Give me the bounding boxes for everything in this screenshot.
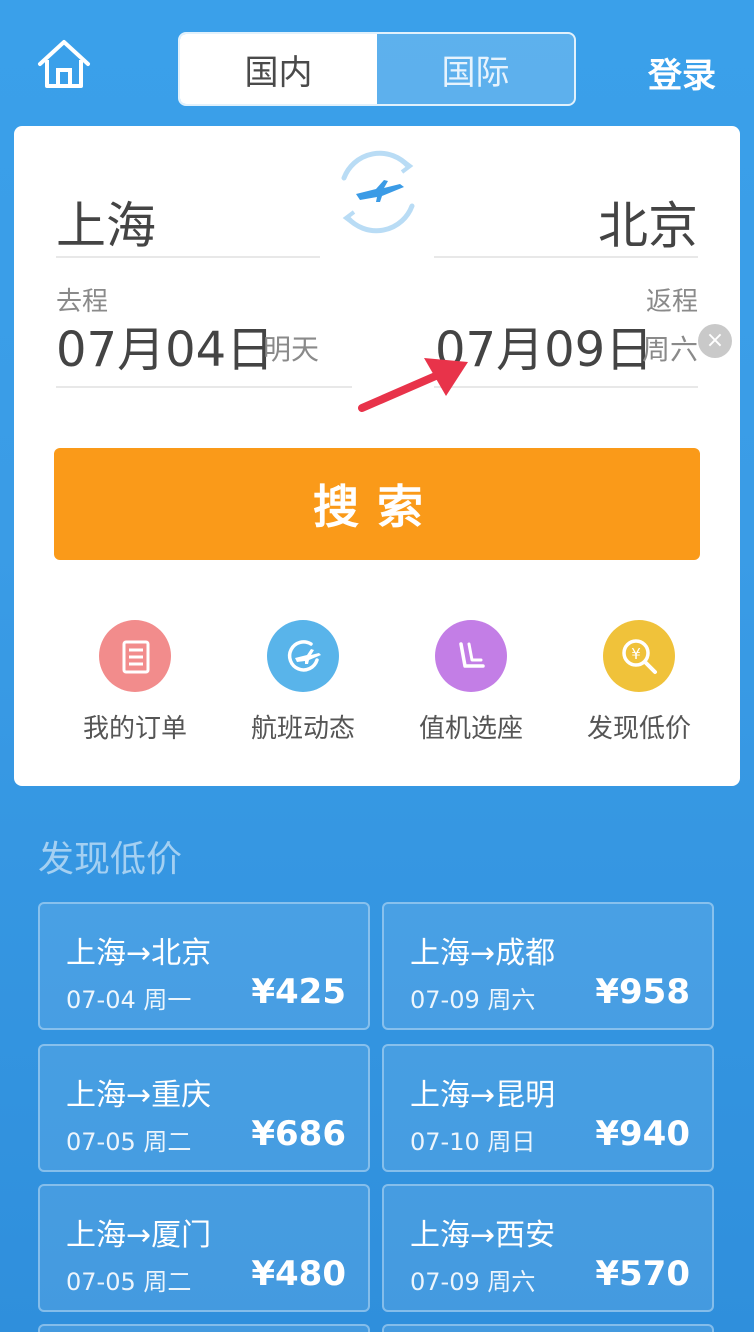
deal-route: 上海→北京 (66, 936, 212, 971)
shortcut-flight-status[interactable]: 航班动态 (228, 620, 378, 745)
login-link[interactable]: 登录 (648, 48, 716, 97)
deal-card[interactable] (382, 1324, 714, 1332)
annotation-arrow-icon (354, 350, 484, 420)
deal-route: 上海→昆明 (410, 1078, 556, 1113)
deal-price: ¥940 (595, 1114, 690, 1154)
deal-price: ¥686 (251, 1114, 346, 1154)
flight-search-card: 上海 北京 去程 返程 07月04日 明天 07月09日 周六 × 搜索 我的订… (14, 126, 740, 786)
deal-card[interactable] (38, 1324, 370, 1332)
return-weekday: 周六 (642, 333, 699, 366)
shortcut-low-price[interactable]: ¥ 发现低价 (564, 620, 714, 745)
depart-weekday: 明天 (263, 333, 320, 366)
tab-domestic[interactable]: 国内 (180, 34, 377, 104)
deal-card[interactable]: 上海→成都 07-09 周六 ¥958 (382, 902, 714, 1030)
deal-route: 上海→厦门 (66, 1218, 212, 1253)
low-price-icon: ¥ (603, 620, 675, 692)
divider (434, 256, 698, 258)
deal-route: 上海→重庆 (66, 1078, 212, 1113)
depart-date[interactable]: 07月04日 (56, 310, 274, 380)
deal-price: ¥480 (251, 1254, 346, 1294)
divider (56, 256, 320, 258)
deal-card[interactable]: 上海→西安 07-09 周六 ¥570 (382, 1184, 714, 1312)
deal-date: 07-09 周六 (410, 1268, 536, 1296)
svg-text:¥: ¥ (631, 645, 641, 663)
arrival-city[interactable]: 北京 (598, 186, 698, 258)
deal-date: 07-09 周六 (410, 986, 536, 1014)
swap-cities-icon[interactable] (330, 144, 426, 240)
divider (56, 386, 352, 388)
shortcut-label: 值机选座 (418, 714, 523, 744)
tab-international[interactable]: 国际 (377, 34, 574, 104)
home-icon[interactable] (36, 38, 92, 90)
flight-status-icon (267, 620, 339, 692)
deal-price: ¥425 (251, 972, 346, 1012)
top-bar: 国内 国际 登录 (0, 0, 754, 120)
shortcut-label: 航班动态 (250, 714, 355, 744)
return-label: 返程 (645, 287, 698, 317)
deal-price: ¥570 (595, 1254, 690, 1294)
deal-date: 07-10 周日 (410, 1128, 536, 1156)
departure-city[interactable]: 上海 (56, 186, 156, 258)
shortcut-seat-select[interactable]: 值机选座 (396, 620, 546, 745)
deal-date: 07-05 周二 (66, 1268, 192, 1296)
deal-route: 上海→成都 (410, 936, 556, 971)
deal-card[interactable]: 上海→厦门 07-05 周二 ¥480 (38, 1184, 370, 1312)
deal-price: ¥958 (595, 972, 690, 1012)
search-button[interactable]: 搜索 (54, 448, 700, 560)
deal-card[interactable]: 上海→昆明 07-10 周日 ¥940 (382, 1044, 714, 1172)
seat-select-icon (435, 620, 507, 692)
clear-return-date-icon[interactable]: × (698, 324, 732, 358)
domestic-international-toggle: 国内 国际 (178, 32, 576, 106)
deal-route: 上海→西安 (410, 1218, 556, 1253)
deal-card[interactable]: 上海→重庆 07-05 周二 ¥686 (38, 1044, 370, 1172)
deal-card[interactable]: 上海→北京 07-04 周一 ¥425 (38, 902, 370, 1030)
deal-date: 07-04 周一 (66, 986, 192, 1014)
orders-icon (99, 620, 171, 692)
shortcut-label: 发现低价 (586, 714, 691, 744)
deal-date: 07-05 周二 (66, 1128, 192, 1156)
section-title: 发现低价 (38, 839, 183, 880)
shortcut-label: 我的订单 (82, 714, 187, 744)
shortcut-my-orders[interactable]: 我的订单 (60, 620, 210, 745)
